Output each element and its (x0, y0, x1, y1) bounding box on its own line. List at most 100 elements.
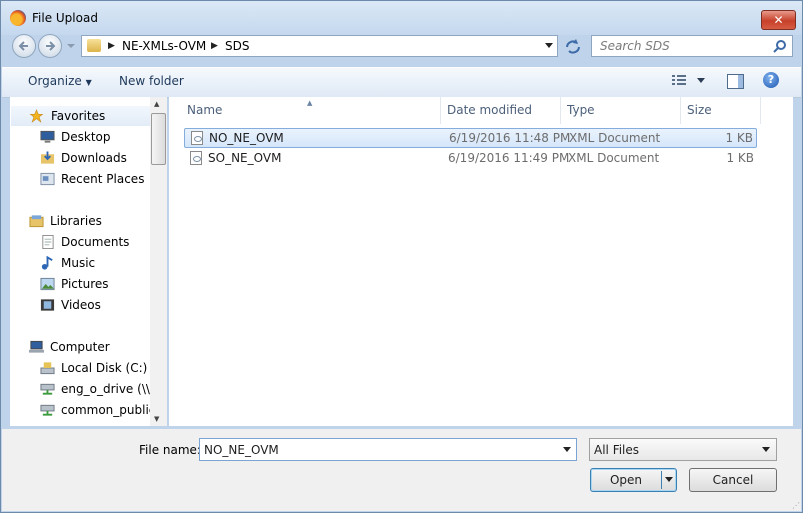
change-view-icon[interactable] (672, 74, 706, 88)
nav-item-label: Favorites (51, 109, 106, 123)
xml-file-icon (190, 151, 202, 165)
nav-item-videos[interactable]: Videos (10, 295, 152, 315)
disk-icon (40, 362, 55, 375)
nav-item-recent-places[interactable]: Recent Places (10, 169, 152, 189)
column-header-label: Name (187, 103, 223, 117)
file-row[interactable]: NO_NE_OVM 6/19/2016 11:48 PM XML Documen… (184, 128, 757, 148)
music-icon (41, 256, 53, 270)
nav-item-libraries[interactable]: Libraries (10, 211, 152, 231)
star-icon (29, 109, 44, 123)
navigation-pane: Favorites Desktop Downloads Recent Place… (10, 97, 167, 426)
open-button-label: Open (609, 473, 643, 487)
nav-item-label: Pictures (61, 277, 109, 291)
file-upload-dialog: File Upload ✕ ▶ NE-XMLs-OVM ▶ SDS Search… (0, 0, 803, 513)
preview-pane-icon[interactable] (727, 74, 744, 89)
column-header-size[interactable]: Size (681, 97, 761, 124)
nav-item-downloads[interactable]: Downloads (10, 148, 152, 168)
chevron-down-icon[interactable] (665, 477, 673, 483)
column-header-type[interactable]: Type (561, 97, 681, 124)
file-size: 1 KB (726, 151, 754, 165)
recent-locations-dropdown-icon[interactable] (67, 42, 75, 50)
title-bar: File Upload ✕ (1, 1, 802, 35)
network-drive-icon (40, 383, 55, 395)
network-drive-icon (40, 404, 55, 416)
nav-item-documents[interactable]: Documents (10, 232, 152, 252)
folder-icon (87, 39, 101, 52)
split-divider (661, 471, 662, 489)
nav-item-label: Local Disk (C:) (61, 361, 148, 375)
file-size: 1 KB (725, 131, 753, 145)
nav-item-common-public[interactable]: common_public (10, 400, 156, 420)
nav-item-favorites[interactable]: Favorites (11, 106, 153, 126)
libraries-icon (29, 215, 44, 228)
new-folder-button[interactable]: New folder (119, 74, 184, 88)
address-bar[interactable]: ▶ NE-XMLs-OVM ▶ SDS (81, 35, 558, 57)
videos-icon (40, 299, 55, 311)
nav-item-music[interactable]: Music (10, 253, 152, 273)
pictures-icon (40, 277, 55, 291)
file-name-value[interactable]: NO_NE_OVM (204, 443, 279, 457)
file-type: XML Document (568, 151, 660, 165)
open-button[interactable]: Open (590, 468, 677, 492)
window-title: File Upload (32, 11, 98, 25)
file-type-filter-value: All Files (594, 443, 640, 457)
file-type-filter-select[interactable]: All Files (589, 438, 777, 461)
nav-item-label: Recent Places (61, 172, 145, 186)
nav-pane-scrollbar[interactable]: ▲ ▼ (150, 97, 167, 426)
sort-ascending-icon: ▲ (307, 99, 313, 107)
column-header-label: Date modified (447, 103, 533, 117)
scroll-up-icon[interactable]: ▲ (154, 100, 159, 108)
close-button[interactable]: ✕ (761, 10, 796, 30)
breadcrumb-ne-xmls-ovm[interactable]: NE-XMLs-OVM (122, 39, 206, 53)
nav-item-label: common_public (61, 403, 156, 417)
desktop-icon (40, 130, 55, 143)
column-header-date[interactable]: Date modified (441, 97, 561, 124)
scroll-down-icon[interactable]: ▼ (154, 415, 159, 423)
resize-grip-icon[interactable]: ⋰ (792, 501, 800, 510)
cancel-button[interactable]: Cancel (689, 468, 777, 492)
computer-icon (29, 340, 44, 353)
nav-item-eng-o-drive[interactable]: eng_o_drive (\\ss (10, 379, 162, 399)
arrow-right-icon (46, 41, 56, 51)
chevron-down-icon: ▼ (85, 78, 92, 87)
column-header-label: Size (687, 103, 712, 117)
chevron-down-icon[interactable] (563, 447, 571, 453)
nav-item-local-disk[interactable]: Local Disk (C:) (10, 358, 152, 378)
chevron-down-icon (762, 447, 770, 452)
nav-item-label: Downloads (61, 151, 127, 165)
nav-item-label: Computer (50, 340, 110, 354)
column-header-label: Type (567, 103, 595, 117)
nav-item-label: Documents (61, 235, 130, 249)
file-name-label: File name: (139, 443, 201, 457)
breadcrumb-separator-icon[interactable]: ▶ (108, 41, 115, 51)
nav-item-label: Desktop (61, 130, 111, 144)
nav-item-computer[interactable]: Computer (10, 337, 152, 357)
nav-item-desktop[interactable]: Desktop (10, 127, 152, 147)
arrow-left-icon (18, 41, 28, 51)
search-box[interactable]: Search SDS (591, 35, 793, 57)
back-button[interactable] (12, 34, 36, 58)
xml-file-icon (191, 131, 203, 145)
forward-button[interactable] (38, 34, 62, 58)
file-row[interactable]: SO_NE_OVM 6/19/2016 11:49 PM XML Documen… (184, 149, 757, 169)
nav-item-label: Videos (61, 298, 101, 312)
nav-item-label: eng_o_drive (\\ss (61, 382, 163, 396)
search-icon[interactable] (773, 39, 787, 53)
refresh-icon[interactable] (561, 35, 585, 57)
firefox-icon (10, 10, 26, 26)
organize-label: Organize (28, 74, 82, 88)
file-type: XML Document (569, 131, 661, 145)
breadcrumb-separator-icon[interactable]: ▶ (211, 41, 218, 51)
scrollbar-thumb[interactable] (151, 113, 166, 165)
file-name-input[interactable]: NO_NE_OVM (199, 438, 577, 461)
breadcrumb-sds[interactable]: SDS (225, 39, 249, 53)
file-list: Name Date modified Type Size NO_NE_OVM 6… (169, 97, 793, 426)
help-icon[interactable]: ? (763, 72, 779, 88)
file-name: SO_NE_OVM (208, 151, 282, 165)
documents-icon (42, 235, 54, 249)
chevron-down-icon[interactable] (545, 43, 553, 49)
organize-button[interactable]: Organize ▼ (28, 74, 92, 88)
nav-item-label: Libraries (50, 214, 102, 228)
nav-item-pictures[interactable]: Pictures (10, 274, 152, 294)
file-name: NO_NE_OVM (209, 131, 284, 145)
